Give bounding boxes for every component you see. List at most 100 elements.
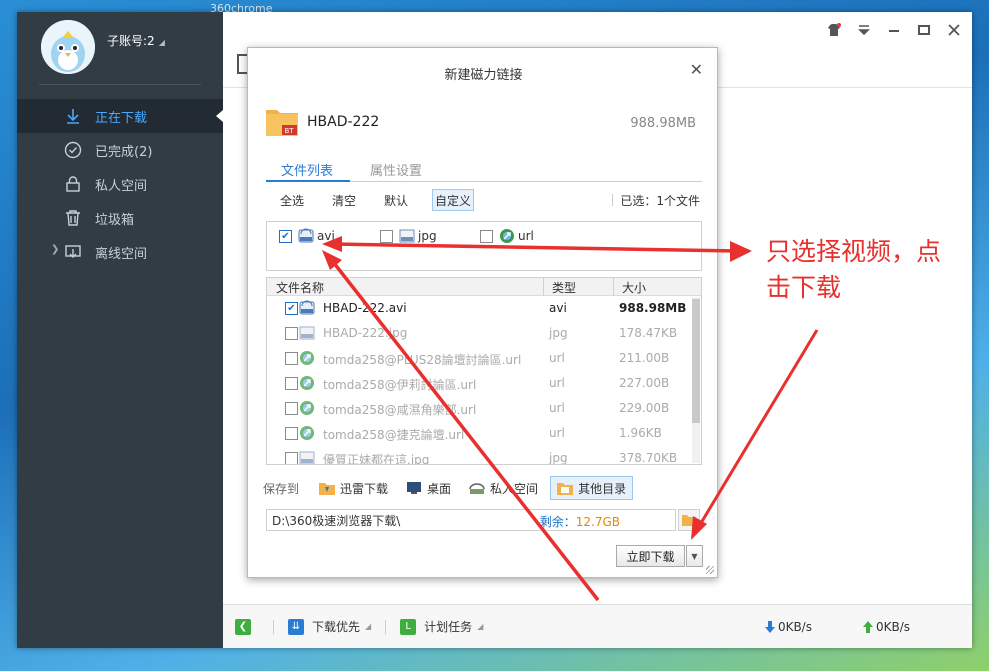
remaining-label: 剩余： xyxy=(539,515,576,529)
table-row[interactable]: tomda258@捷克論壇.url url 1.96KB xyxy=(267,421,701,446)
new-magnet-link-dialog: 新建磁力链接 ✕ BT HBAD-222 988.98MB 文件列表 属性设置 … xyxy=(247,47,718,578)
file-list-table: 文件名称 类型 大小 ✔ HBAD-222.avi avi 988.98MB H… xyxy=(266,277,702,465)
link-file-icon xyxy=(300,401,314,415)
account-name[interactable]: 子账号:2 ◢ xyxy=(107,32,165,49)
scrollbar-thumb[interactable] xyxy=(692,299,700,423)
menu-icon[interactable] xyxy=(856,22,872,38)
expand-chevron-icon[interactable]: ❯ xyxy=(51,244,59,255)
table-row[interactable]: tomda258@伊莉討論區.url url 227.00B xyxy=(267,371,701,396)
file-name: tomda258@咸濕角樂部.url xyxy=(323,403,477,417)
back-button[interactable]: ❮ xyxy=(235,618,259,635)
clear-selection-button[interactable]: 清空 xyxy=(318,189,370,211)
save-option-desktop[interactable]: 桌面 xyxy=(400,476,457,500)
status-bar: ❮ ⇊ 下载优先 ◢ L 计划任务 ◢ 0KB/s 0KB/s xyxy=(223,604,972,648)
sidebar-divider xyxy=(39,84,201,85)
checkbox-unchecked-icon[interactable] xyxy=(285,427,298,440)
skin-icon[interactable] xyxy=(826,22,842,38)
save-option-private-space[interactable]: 私人空间 xyxy=(463,476,544,500)
avatar[interactable] xyxy=(41,20,95,74)
table-row[interactable]: HBAD-222.jpg jpg 178.47KB xyxy=(267,321,701,346)
save-path-value: D:\360极速浏览器下载\ xyxy=(272,513,401,528)
checkbox-unchecked-icon[interactable] xyxy=(285,402,298,415)
checkbox-unchecked-icon[interactable] xyxy=(285,327,298,340)
file-type: avi xyxy=(549,301,567,315)
minimize-icon[interactable] xyxy=(886,22,902,38)
file-size: 211.00B xyxy=(619,351,670,365)
tab-file-list[interactable]: 文件列表 xyxy=(281,160,333,179)
bt-folder-icon: BT xyxy=(266,110,298,136)
table-row[interactable]: ✔ HBAD-222.avi avi 988.98MB xyxy=(267,296,701,321)
type-filter-label: url xyxy=(518,229,534,243)
torrent-size: 988.98MB xyxy=(630,116,696,131)
sidebar-item-downloading[interactable]: 正在下载 xyxy=(17,99,223,133)
custom-selection-button[interactable]: 自定义 xyxy=(432,189,475,211)
cloud-download-icon xyxy=(65,245,81,258)
priority-icon: ⇊ xyxy=(288,618,304,635)
checkbox-unchecked-icon[interactable] xyxy=(480,229,493,243)
resize-grip-icon[interactable] xyxy=(706,566,714,574)
table-row[interactable]: tomda258@PLUS28論壇討論區.url url 211.00B xyxy=(267,346,701,371)
dropdown-icon: ◢ xyxy=(477,622,484,631)
sidebar-item-private-space[interactable]: 私人空间 xyxy=(17,167,223,201)
file-name: HBAD-222.jpg xyxy=(323,326,408,340)
scheduled-task-button[interactable]: L 计划任务 ◢ xyxy=(400,618,483,635)
sidebar-item-offline-space[interactable]: ❯ 离线空间 xyxy=(17,235,223,269)
dialog-close-icon[interactable]: ✕ xyxy=(690,60,703,79)
file-name: tomda258@伊莉討論區.url xyxy=(323,378,477,392)
annotation-text: 只选择视频，点 击下载 xyxy=(766,234,976,306)
tab-properties[interactable]: 属性设置 xyxy=(370,160,422,179)
file-type-filter: ✔ avi jpg url xyxy=(266,221,702,271)
link-file-icon xyxy=(500,229,514,243)
link-file-icon xyxy=(300,376,314,390)
file-type: url xyxy=(549,376,565,390)
save-option-thunder[interactable]: 迅雷下载 xyxy=(313,476,394,500)
file-type: url xyxy=(549,426,565,440)
default-selection-button[interactable]: 默认 xyxy=(370,189,422,211)
checkbox-unchecked-icon[interactable] xyxy=(380,229,393,243)
selection-toolbar: 全选 清空 默认 自定义 已选：1个文件 xyxy=(266,188,702,212)
save-option-label: 桌面 xyxy=(427,481,452,496)
select-all-button[interactable]: 全选 xyxy=(266,189,318,211)
close-icon[interactable] xyxy=(946,22,962,38)
type-filter-jpg[interactable]: jpg xyxy=(380,228,437,244)
up-arrow-icon xyxy=(862,620,873,633)
type-filter-url[interactable]: url xyxy=(480,228,534,244)
folder-icon xyxy=(319,483,336,495)
checkbox-unchecked-icon[interactable] xyxy=(285,377,298,390)
save-path-input[interactable]: D:\360极速浏览器下载\ 剩余：12.7GB xyxy=(266,509,676,531)
upload-speed-value: 0KB/s xyxy=(875,619,910,634)
sidebar-item-label: 离线空间 xyxy=(95,246,148,262)
checkbox-unchecked-icon[interactable] xyxy=(285,452,298,464)
type-filter-avi[interactable]: ✔ avi xyxy=(279,228,335,244)
save-option-label: 迅雷下载 xyxy=(340,481,389,496)
browse-folder-button[interactable] xyxy=(678,509,700,531)
download-priority-button[interactable]: ⇊ 下载优先 ◢ xyxy=(288,618,371,635)
checkbox-checked-icon[interactable]: ✔ xyxy=(279,229,292,243)
download-icon xyxy=(67,109,79,124)
table-row[interactable]: tomda258@咸濕角樂部.url url 229.00B xyxy=(267,396,701,421)
checkbox-unchecked-icon[interactable] xyxy=(285,352,298,365)
back-arrow-icon: ❮ xyxy=(235,618,251,635)
table-row[interactable]: 優質正妹都在這.jpg jpg 378.70KB xyxy=(267,446,701,464)
sidebar-item-trash[interactable]: 垃圾箱 xyxy=(17,201,223,235)
remaining-space: 剩余：12.7GB xyxy=(540,513,620,530)
checkbox-checked-icon[interactable]: ✔ xyxy=(285,302,298,315)
download-priority-label: 下载优先 xyxy=(312,620,361,634)
file-list-scrollbar[interactable] xyxy=(692,297,700,463)
download-now-button[interactable]: 立即下载 xyxy=(616,545,685,567)
download-options-dropdown[interactable]: ▼ xyxy=(686,545,703,567)
maximize-icon[interactable] xyxy=(916,22,932,38)
column-header-size[interactable]: 大小 xyxy=(622,279,646,296)
column-header-type[interactable]: 类型 xyxy=(552,279,576,296)
download-speed: 0KB/s xyxy=(764,620,812,634)
sidebar-item-completed[interactable]: 已完成(2) xyxy=(17,133,223,167)
check-circle-icon xyxy=(64,141,82,159)
column-header-name[interactable]: 文件名称 xyxy=(276,279,324,296)
account-dropdown-icon: ◢ xyxy=(158,38,165,47)
file-name: tomda258@PLUS28論壇討論區.url xyxy=(323,353,522,367)
save-option-label: 其他目录 xyxy=(578,481,627,496)
save-option-other-directory[interactable]: 其他目录 xyxy=(550,476,634,500)
lock-icon xyxy=(66,176,80,192)
link-file-icon xyxy=(300,351,314,365)
active-tab-underline xyxy=(266,180,350,182)
